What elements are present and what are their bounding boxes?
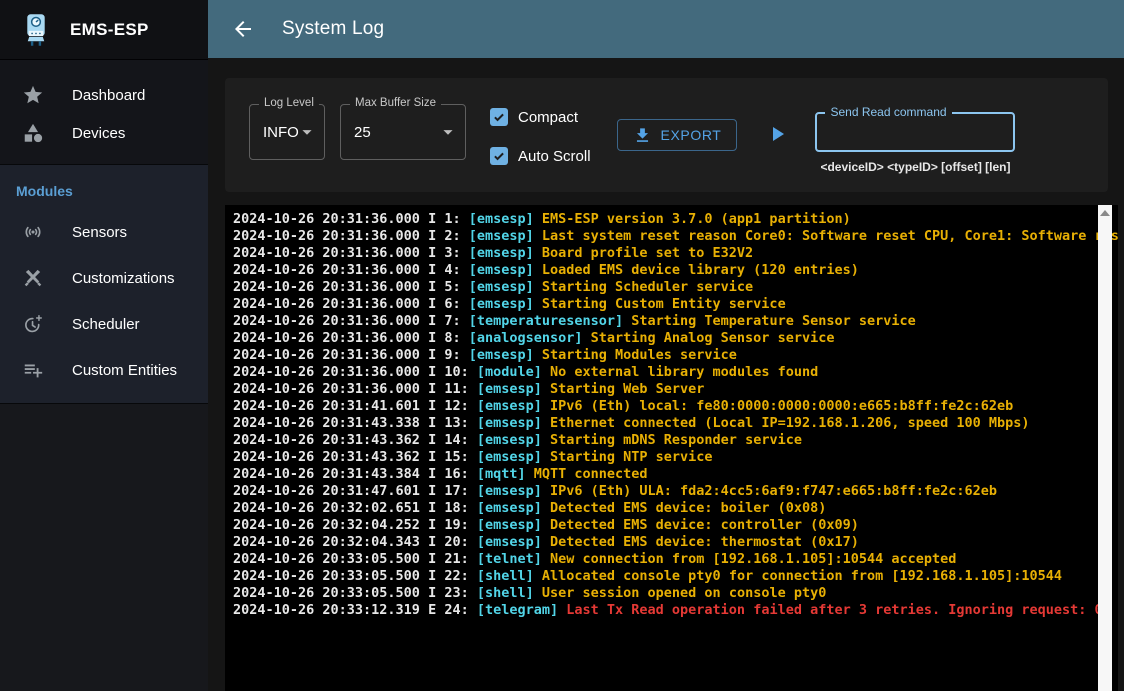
sidebar-item-dashboard[interactable]: Dashboard <box>0 76 208 114</box>
app-logo-row: EMS-ESP <box>0 0 208 60</box>
max-buffer-select[interactable]: Max Buffer Size 25 <box>340 104 466 160</box>
auto-scroll-checkbox-row[interactable]: Auto Scroll <box>490 139 591 173</box>
log-line: 2024-10-26 20:32:04.252 I 19: [emsesp] D… <box>233 517 1110 534</box>
send-command-input[interactable] <box>817 114 1013 150</box>
log-line: 2024-10-26 20:31:43.362 I 14: [emsesp] S… <box>233 432 1110 449</box>
sidebar-item-label: Customizations <box>72 270 175 287</box>
sidebar-item-scheduler[interactable]: Scheduler <box>0 301 208 347</box>
sidebar-filler <box>0 404 208 691</box>
log-line: 2024-10-26 20:31:36.000 I 1: [emsesp] EM… <box>233 211 1110 228</box>
sidebar-item-label: Devices <box>72 125 125 142</box>
log-line: 2024-10-26 20:31:47.601 I 17: [emsesp] I… <box>233 483 1110 500</box>
send-read-button[interactable] <box>765 122 789 146</box>
auto-scroll-checkbox[interactable] <box>490 147 508 165</box>
send-command-helper: <deviceID> <typeID> [offset] [len] <box>815 160 1015 174</box>
sidebar-item-custom-entities[interactable]: Custom Entities <box>0 347 208 393</box>
sidebar-item-devices[interactable]: Devices <box>0 114 208 152</box>
tools-icon <box>22 267 44 289</box>
log-toolbar-card: Log Level INFO Max Buffer Size 25 <box>225 78 1108 192</box>
download-icon <box>633 126 652 145</box>
boiler-logo-icon <box>18 12 54 48</box>
log-line: 2024-10-26 20:31:43.384 I 16: [mqtt] MQT… <box>233 466 1110 483</box>
log-scrollbar[interactable] <box>1098 205 1112 691</box>
page-title: System Log <box>282 18 384 40</box>
log-lines: 2024-10-26 20:31:36.000 I 1: [emsesp] EM… <box>225 205 1118 619</box>
log-line: 2024-10-26 20:31:36.000 I 7: [temperatur… <box>233 313 1110 330</box>
log-line: 2024-10-26 20:31:36.000 I 9: [emsesp] St… <box>233 347 1110 364</box>
send-command-label: Send Read command <box>825 105 951 119</box>
compact-checkbox-row[interactable]: Compact <box>490 100 591 134</box>
topbar: System Log <box>208 0 1124 58</box>
auto-scroll-checkbox-label: Auto Scroll <box>518 148 591 165</box>
main-column: System Log Log Level INFO Max Buffer Siz… <box>208 0 1124 691</box>
send-command-field[interactable]: Send Read command <box>815 112 1015 152</box>
category-shapes-icon <box>22 122 44 144</box>
log-line: 2024-10-26 20:31:36.000 I 10: [module] N… <box>233 364 1110 381</box>
max-buffer-label: Max Buffer Size <box>350 97 441 109</box>
compact-checkbox-label: Compact <box>518 109 578 126</box>
log-line: 2024-10-26 20:31:43.338 I 13: [emsesp] E… <box>233 415 1110 432</box>
arrow-left-icon <box>231 17 255 41</box>
sidebar-item-sensors[interactable]: Sensors <box>0 209 208 255</box>
sidebar-item-label: Dashboard <box>72 87 145 104</box>
sensors-icon <box>22 221 44 243</box>
log-line: 2024-10-26 20:33:12.319 E 24: [telegram]… <box>233 602 1110 619</box>
log-line: 2024-10-26 20:31:36.000 I 2: [emsesp] La… <box>233 228 1110 245</box>
log-line: 2024-10-26 20:32:04.343 I 20: [emsesp] D… <box>233 534 1110 551</box>
log-line: 2024-10-26 20:31:41.601 I 12: [emsesp] I… <box>233 398 1110 415</box>
modules-section-header: Modules <box>0 175 208 209</box>
content-area: Log Level INFO Max Buffer Size 25 <box>208 58 1124 691</box>
playlist-add-icon <box>22 359 44 381</box>
max-buffer-value: 25 <box>354 124 371 141</box>
sidebar-nav-top: Dashboard Devices <box>0 60 208 164</box>
check-icon <box>492 110 506 124</box>
sidebar-item-label: Custom Entities <box>72 362 177 379</box>
sidebar-item-label: Scheduler <box>72 316 140 333</box>
sidebar-item-customizations[interactable]: Customizations <box>0 255 208 301</box>
log-line: 2024-10-26 20:31:36.000 I 8: [analogsens… <box>233 330 1110 347</box>
log-panel[interactable]: 2024-10-26 20:31:36.000 I 1: [emsesp] EM… <box>225 205 1118 691</box>
clock-plus-icon <box>22 313 44 335</box>
log-line: 2024-10-26 20:31:36.000 I 6: [emsesp] St… <box>233 296 1110 313</box>
log-level-label: Log Level <box>259 97 319 109</box>
log-line: 2024-10-26 20:33:05.500 I 23: [shell] Us… <box>233 585 1110 602</box>
export-button-label: EXPORT <box>661 127 722 143</box>
log-line: 2024-10-26 20:31:36.000 I 11: [emsesp] S… <box>233 381 1110 398</box>
log-line: 2024-10-26 20:33:05.500 I 21: [telnet] N… <box>233 551 1110 568</box>
sidebar-modules-section: Modules Sensors <box>0 164 208 404</box>
chevron-down-icon <box>296 121 318 143</box>
star-icon <box>22 84 44 106</box>
chevron-down-icon <box>437 121 459 143</box>
log-line: 2024-10-26 20:31:36.000 I 3: [emsesp] Bo… <box>233 245 1110 262</box>
app-root: EMS-ESP Dashboard Devices <box>0 0 1124 691</box>
log-line: 2024-10-26 20:31:43.362 I 15: [emsesp] S… <box>233 449 1110 466</box>
compact-checkbox[interactable] <box>490 108 508 126</box>
log-line: 2024-10-26 20:33:05.500 I 22: [shell] Al… <box>233 568 1110 585</box>
scrollbar-up-arrow[interactable] <box>1098 205 1112 220</box>
app-title: EMS-ESP <box>70 20 149 40</box>
log-level-value: INFO <box>263 124 299 141</box>
log-line: 2024-10-26 20:32:02.651 I 18: [emsesp] D… <box>233 500 1110 517</box>
sidebar-item-label: Sensors <box>72 224 127 241</box>
export-button[interactable]: EXPORT <box>617 119 738 151</box>
log-line: 2024-10-26 20:31:36.000 I 5: [emsesp] St… <box>233 279 1110 296</box>
checkbox-group: Compact Auto Scroll <box>490 100 591 192</box>
log-line: 2024-10-26 20:31:36.000 I 4: [emsesp] Lo… <box>233 262 1110 279</box>
play-icon <box>765 122 789 146</box>
check-icon <box>492 149 506 163</box>
send-command-group: Send Read command <deviceID> <typeID> [o… <box>815 104 1015 192</box>
log-level-select[interactable]: Log Level INFO <box>249 104 325 160</box>
sidebar: EMS-ESP Dashboard Devices <box>0 0 208 691</box>
back-button[interactable] <box>230 16 256 42</box>
